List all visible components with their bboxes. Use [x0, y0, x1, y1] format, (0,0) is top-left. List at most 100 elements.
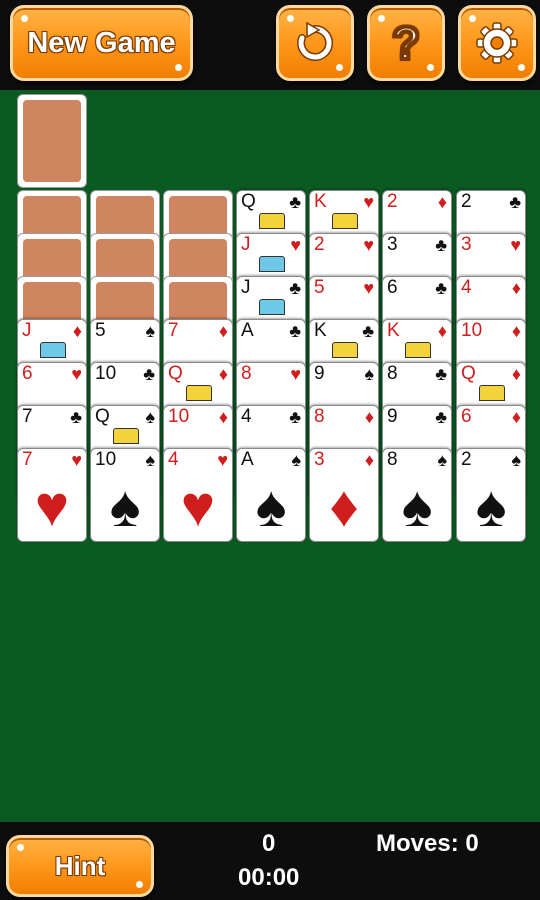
- card-rank: K: [387, 320, 400, 341]
- playing-card[interactable]: 4 ♥ ♥: [163, 448, 233, 542]
- button-shine: [175, 64, 182, 71]
- button-shine: [378, 15, 385, 22]
- card-rank: 2: [461, 449, 472, 470]
- button-shine: [427, 64, 434, 71]
- card-rank: 6: [387, 277, 398, 298]
- card-suit-icon: ♠: [364, 364, 374, 384]
- card-suit-icon: ♠: [145, 407, 155, 427]
- card-rank: 5: [314, 277, 325, 298]
- card-suit-icon: ♦: [437, 321, 447, 341]
- button-shine: [469, 15, 476, 22]
- card-rank: 8: [387, 449, 398, 470]
- card-suit-icon: ♥: [290, 364, 301, 384]
- new-game-label: New Game: [27, 26, 176, 59]
- status-bar: Hint 0 00:00 Moves: 0: [0, 822, 540, 900]
- playing-card[interactable]: A ♠ ♠: [236, 448, 306, 542]
- card-rank: Q: [241, 191, 256, 212]
- card-center-suit-icon: ♠: [475, 474, 507, 539]
- card-back-pattern: [23, 100, 81, 182]
- card-suit-icon: ♦: [364, 450, 374, 470]
- card-center-suit-icon: ♠: [255, 474, 287, 539]
- card-suit-icon: ♥: [363, 192, 374, 212]
- card-rank: K: [314, 320, 327, 341]
- face-card-crown-icon: [479, 385, 505, 401]
- card-suit-icon: ♥: [363, 235, 374, 255]
- score-value: 0: [262, 830, 276, 857]
- card-suit-icon: ♣: [435, 235, 447, 255]
- card-rank: 4: [168, 449, 179, 470]
- card-suit-icon: ♥: [363, 278, 374, 298]
- card-suit-icon: ♠: [437, 450, 447, 470]
- card-rank: 10: [461, 320, 483, 341]
- card-center-suit-icon: ♦: [329, 474, 359, 539]
- undo-icon: [297, 21, 334, 61]
- card-rank: Q: [168, 363, 183, 384]
- card-rank: 10: [95, 363, 117, 384]
- help-button[interactable]: ?: [367, 5, 445, 81]
- card-suit-icon: ♦: [511, 278, 521, 298]
- card-rank: 2: [314, 234, 325, 255]
- button-shine: [21, 15, 28, 22]
- card-suit-icon: ♠: [511, 450, 521, 470]
- new-game-button[interactable]: New Game: [10, 5, 193, 81]
- card-suit-icon: ♥: [290, 235, 301, 255]
- stock-pile[interactable]: [17, 94, 87, 188]
- card-suit-icon: ♣: [289, 407, 301, 427]
- card-rank: A: [241, 449, 254, 470]
- card-rank: 10: [95, 449, 117, 470]
- card-rank: 9: [387, 406, 398, 427]
- button-shine: [518, 64, 525, 71]
- card-suit-icon: ♣: [289, 321, 301, 341]
- card-rank: 4: [241, 406, 252, 427]
- card-rank: 8: [314, 406, 325, 427]
- settings-button[interactable]: [458, 5, 536, 81]
- playing-card[interactable]: 7 ♥ ♥: [17, 448, 87, 542]
- card-rank: 8: [387, 363, 398, 384]
- card-rank: J: [22, 320, 32, 341]
- face-card-crown-icon: [259, 256, 285, 272]
- card-rank: 4: [461, 277, 472, 298]
- moves-counter: Moves: 0: [376, 830, 479, 857]
- question-icon: ?: [391, 19, 421, 67]
- card-suit-icon: ♠: [145, 450, 155, 470]
- hint-button[interactable]: Hint: [6, 835, 154, 897]
- card-suit-icon: ♦: [218, 321, 228, 341]
- card-rank: 3: [387, 234, 398, 255]
- card-rank: 3: [461, 234, 472, 255]
- card-rank: 5: [95, 320, 106, 341]
- card-rank: Q: [461, 363, 476, 384]
- card-rank: 6: [22, 363, 33, 384]
- face-card-crown-icon: [259, 299, 285, 315]
- card-suit-icon: ♠: [145, 321, 155, 341]
- card-suit-icon: ♣: [435, 278, 447, 298]
- card-suit-icon: ♣: [70, 407, 82, 427]
- card-suit-icon: ♥: [510, 235, 521, 255]
- card-suit-icon: ♦: [437, 192, 447, 212]
- button-shine: [136, 881, 143, 888]
- playing-card[interactable]: 2 ♠ ♠: [456, 448, 526, 542]
- card-suit-icon: ♣: [362, 321, 374, 341]
- button-shine: [17, 844, 24, 851]
- card-rank: Q: [95, 406, 110, 427]
- face-card-crown-icon: [332, 342, 358, 358]
- card-rank: 7: [22, 449, 33, 470]
- top-toolbar: New Game ?: [0, 0, 540, 90]
- face-card-crown-icon: [113, 428, 139, 444]
- playing-card[interactable]: 8 ♠ ♠: [382, 448, 452, 542]
- hint-label: Hint: [54, 850, 106, 881]
- playing-card[interactable]: 3 ♦ ♦: [309, 448, 379, 542]
- undo-button[interactable]: [276, 5, 354, 81]
- card-rank: 9: [314, 363, 325, 384]
- face-card-crown-icon: [332, 213, 358, 229]
- card-suit-icon: ♦: [511, 364, 521, 384]
- card-suit-icon: ♥: [71, 364, 82, 384]
- card-rank: K: [314, 191, 327, 212]
- card-rank: 7: [22, 406, 33, 427]
- card-suit-icon: ♦: [218, 364, 228, 384]
- card-rank: 6: [461, 406, 472, 427]
- playing-card[interactable]: 10 ♠ ♠: [90, 448, 160, 542]
- card-center-suit-icon: ♠: [109, 474, 141, 539]
- card-suit-icon: ♦: [72, 321, 82, 341]
- card-suit-icon: ♠: [291, 450, 301, 470]
- face-card-crown-icon: [186, 385, 212, 401]
